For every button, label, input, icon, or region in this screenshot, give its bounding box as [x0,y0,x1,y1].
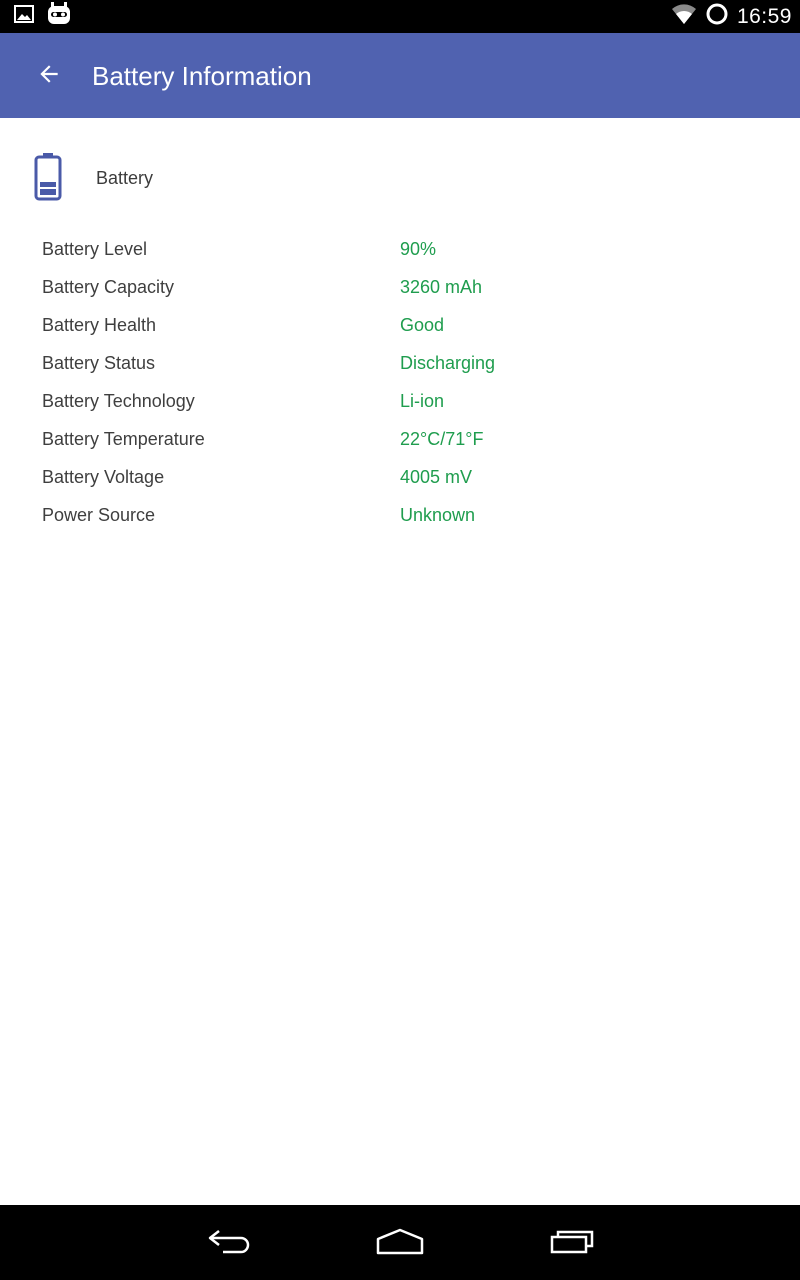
info-value: Good [400,315,445,335]
battery-icon [34,153,62,201]
battery-info-list: Battery Level 90% Battery Capacity 3260 … [0,230,800,534]
info-row-battery-voltage: Battery Voltage 4005 mV [0,458,800,496]
cyanogen-notification-icon [46,2,72,31]
info-value: 3260 mAh [400,277,483,297]
back-icon [207,1228,253,1259]
info-value: 90% [400,239,437,259]
info-row-battery-temperature: Battery Temperature 22°C/71°F [0,420,800,458]
info-row-battery-health: Battery Health Good [0,306,800,344]
info-value: Li-ion [400,391,445,411]
battery-section-header: Battery [0,140,800,212]
recents-icon [549,1228,595,1259]
battery-ring-icon [705,2,729,31]
info-label: Power Source [42,505,156,525]
system-status-icons: 16:59 [671,2,792,31]
arrow-back-icon [36,61,62,92]
info-row-power-source: Power Source Unknown [0,496,800,534]
info-value: 22°C/71°F [400,429,484,449]
clock: 16:59 [736,4,792,28]
info-value: Discharging [400,353,496,373]
nav-home-button[interactable] [370,1219,430,1267]
page-title: Battery Information [92,61,312,91]
info-label: Battery Status [42,353,156,373]
info-row-battery-capacity: Battery Capacity 3260 mAh [0,268,800,306]
info-row-battery-level: Battery Level 90% [0,230,800,268]
section-title: Battery [96,168,154,188]
back-button[interactable] [26,53,72,99]
nav-recents-button[interactable] [542,1219,602,1267]
info-label: Battery Temperature [42,429,205,449]
info-value: 4005 mV [400,467,473,487]
info-label: Battery Level [42,239,148,259]
navigation-bar [0,1205,800,1280]
info-label: Battery Capacity [42,277,175,297]
info-label: Battery Voltage [42,467,165,487]
info-label: Battery Health [42,315,157,335]
info-label: Battery Technology [42,391,195,411]
notification-icons [14,2,72,31]
wifi-icon [671,3,697,30]
nav-back-button[interactable] [200,1219,260,1267]
info-value: Unknown [400,505,476,525]
home-icon [375,1227,425,1260]
info-row-battery-technology: Battery Technology Li-ion [0,382,800,420]
gallery-notification-icon [14,4,34,29]
status-bar: 16:59 [0,0,800,33]
app-toolbar: Battery Information [0,33,800,118]
info-row-battery-status: Battery Status Discharging [0,344,800,382]
